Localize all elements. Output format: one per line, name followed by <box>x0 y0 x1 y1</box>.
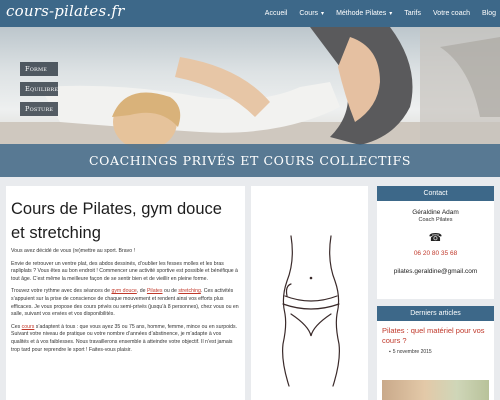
hero-section: Forme Equilibre Posture COACHINGS PRIVÉS… <box>0 27 500 177</box>
text-span: s’adaptent à tous : que vous ayez 35 ou … <box>11 323 238 353</box>
latest-articles-widget: Derniers articles Pilates : quel matérie… <box>377 306 494 400</box>
link-cours[interactable]: cours <box>22 324 35 330</box>
text-span: Trouvez votre rythme avec des séances de <box>11 288 112 295</box>
site-logo[interactable]: cours-pilates.fr <box>6 2 124 20</box>
main-nav: Accueil Cours ▾ Méthode Pilates ▾ Tarifs V… <box>253 0 496 27</box>
email-address[interactable]: pilates.geraldine@gmail.com <box>377 268 494 275</box>
latest-article-thumbnail[interactable] <box>382 380 489 400</box>
nav-item-tarifs[interactable]: Tarifs <box>404 10 421 17</box>
nav-item-label: Tarifs <box>404 10 422 17</box>
main-article: Cours de Pilates, gym douce et stretchin… <box>6 186 245 400</box>
nav-item-label: Votre coach <box>433 10 470 17</box>
nav-item-cours[interactable]: Cours ▾ <box>299 10 324 17</box>
coach-role: Coach Pilates <box>418 217 453 223</box>
body-paragraph: Ces cours s’adaptent à tous : que vous a… <box>11 324 240 354</box>
telephone-icon: ☎ <box>428 232 443 244</box>
nav-item-votre-coach[interactable]: Votre coach <box>433 10 470 17</box>
date-text: 5 novembre 2015 <box>392 349 432 355</box>
contact-heading: Contact <box>377 186 494 201</box>
nav-item-blog[interactable]: Blog <box>482 10 496 17</box>
latest-article-date: ▪ 5 novembre 2015 <box>377 346 494 355</box>
page-title: Cours de Pilates, gym douce et stretchin… <box>11 200 222 242</box>
body-paragraph: Envie de retrouver un ventre plat, des a… <box>11 260 238 282</box>
link-pilates[interactable]: Pilates <box>147 288 163 294</box>
nav-item-label: Accueil <box>264 10 288 17</box>
latest-articles-heading: Derniers articles <box>377 306 494 321</box>
hero-side-menu: Forme Equilibre Posture <box>20 62 58 122</box>
nav-item-methode-pilates[interactable]: Méthode Pilates ▾ <box>336 10 392 17</box>
chevron-down-icon: ▾ <box>389 11 393 17</box>
nav-item-label: Méthode Pilates <box>336 10 387 17</box>
chevron-down-icon: ▾ <box>321 11 325 17</box>
latest-article-link[interactable]: Pilates : quel matériel pour vos cours ? <box>377 321 494 346</box>
coach-name: Géraldine Adam <box>412 209 459 216</box>
text-span: Ces <box>11 323 22 330</box>
nav-item-label: Blog <box>481 10 496 17</box>
link-gym-douce[interactable]: gym douce <box>111 288 136 294</box>
body-illustration <box>251 186 368 400</box>
calendar-icon: ▪ <box>389 349 391 355</box>
hero-banner: COACHINGS PRIVÉS ET COURS COLLECTIFS <box>0 144 500 177</box>
nav-item-accueil[interactable]: Accueil <box>265 10 288 17</box>
torso-line-drawing-icon <box>282 235 340 387</box>
phone-number[interactable]: 06 20 80 35 68 <box>377 250 494 257</box>
hero-menu-forme[interactable]: Forme <box>20 62 58 76</box>
text-span: , de <box>136 288 147 295</box>
nav-item-label: Cours <box>299 10 319 17</box>
intro-paragraph: Vous avez décidé de vous (re)mettre au s… <box>11 248 135 254</box>
hero-menu-equilibre[interactable]: Equilibre <box>20 82 58 96</box>
contact-widget: Contact Géraldine Adam Coach Pilates ☎ 0… <box>377 186 494 299</box>
text-span: ou de <box>162 288 179 295</box>
hero-banner-text: COACHINGS PRIVÉS ET COURS COLLECTIFS <box>88 153 412 168</box>
top-navbar: cours-pilates.fr Accueil Cours ▾ Méthode … <box>0 0 500 27</box>
body-paragraph: Trouvez votre rythme avec des séances de… <box>11 288 240 318</box>
hero-menu-posture[interactable]: Posture <box>20 102 58 116</box>
link-stretching[interactable]: stretching <box>178 288 201 294</box>
